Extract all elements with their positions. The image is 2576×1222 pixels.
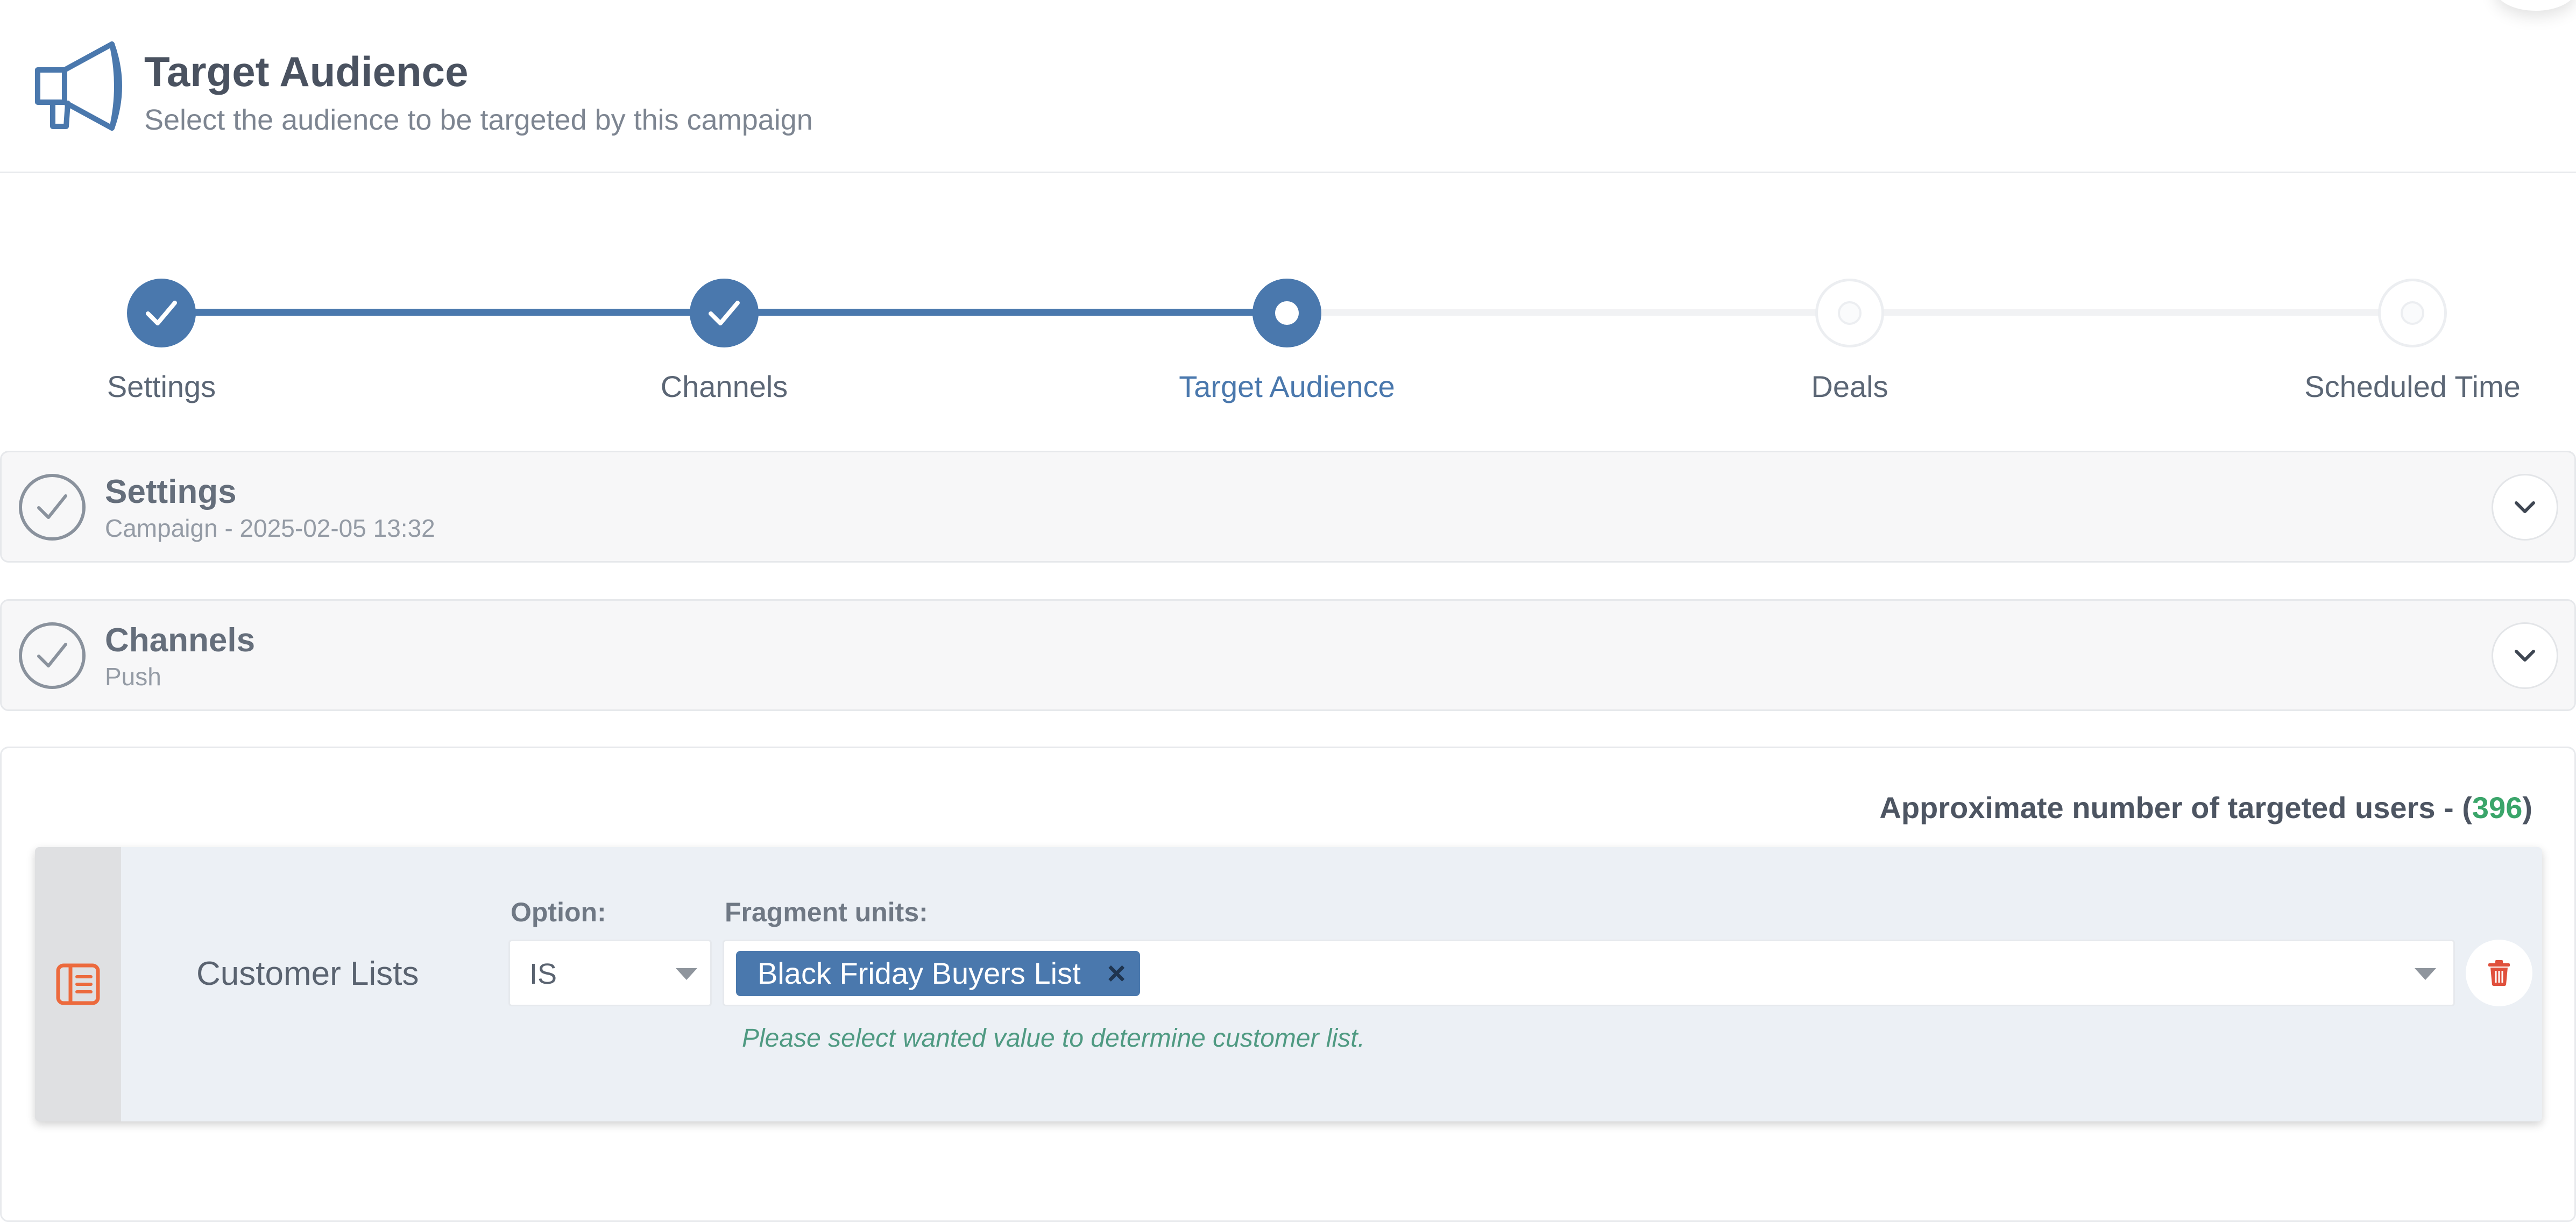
delete-rule-button[interactable] — [2466, 940, 2532, 1006]
step-label-target-audience: Target Audience — [1179, 370, 1395, 403]
expand-settings-button[interactable] — [2492, 474, 2558, 541]
chip-label: Black Friday Buyers List — [758, 956, 1081, 990]
channels-panel-title: Channels — [105, 622, 256, 659]
rule-drag-handle[interactable] — [35, 847, 121, 1121]
step-settings-check-icon[interactable] — [127, 279, 196, 347]
progress-stepper: Settings Channels Target Audience Deals … — [0, 253, 2576, 414]
settings-panel-title: Settings — [105, 473, 237, 510]
pending-dot-icon — [1838, 301, 1862, 325]
settings-panel-subtitle: Campaign - 2025-02-05 13:32 — [105, 514, 435, 542]
fragment-units-select[interactable]: Black Friday Buyers List × — [723, 940, 2455, 1006]
option-select-value: IS — [529, 958, 557, 990]
field-hint: Please select wanted value to determine … — [742, 1024, 1365, 1053]
step-channels-check-icon[interactable] — [690, 279, 759, 347]
caret-down-icon — [2415, 968, 2436, 980]
caret-down-icon — [676, 968, 697, 980]
check-circle-icon — [19, 622, 86, 689]
approx-label: Approximate number of targeted users - ( — [1879, 791, 2472, 825]
floating-button-shadow — [2495, 0, 2576, 11]
check-circle-icon — [19, 474, 86, 541]
fragment-units-label: Fragment units: — [725, 897, 928, 927]
chevron-down-icon — [2515, 650, 2535, 662]
active-dot-icon — [1275, 301, 1299, 325]
step-target-audience-circle[interactable] — [1252, 279, 1321, 347]
page-header: Target Audience Select the audience to b… — [0, 0, 2576, 173]
step-deals-circle[interactable] — [1815, 279, 1884, 347]
option-select[interactable]: IS — [508, 940, 712, 1006]
pending-dot-icon — [2401, 301, 2424, 325]
remove-chip-icon[interactable]: × — [1107, 951, 1126, 996]
settings-summary-panel[interactable]: Settings Campaign - 2025-02-05 13:32 — [0, 451, 2576, 563]
list-icon — [56, 963, 100, 1005]
rule-name: Customer Lists — [196, 955, 419, 992]
audience-section: Approximate number of targeted users - (… — [0, 747, 2576, 1222]
page-title: Target Audience — [144, 48, 469, 95]
expand-channels-button[interactable] — [2492, 622, 2558, 689]
megaphone-icon — [31, 38, 139, 134]
step-label-deals: Deals — [1811, 370, 1888, 403]
step-scheduled-time-circle[interactable] — [2378, 279, 2447, 347]
approx-close-paren: ) — [2522, 791, 2532, 825]
step-label-settings: Settings — [107, 370, 216, 403]
targeted-users-count: 396 — [2472, 791, 2523, 825]
page-subtitle: Select the audience to be targeted by th… — [144, 104, 813, 136]
channels-summary-panel[interactable]: Channels Push — [0, 599, 2576, 711]
selected-value-chip: Black Friday Buyers List × — [736, 951, 1140, 996]
channels-panel-subtitle: Push — [105, 663, 161, 691]
step-label-scheduled-time: Scheduled Time — [2304, 370, 2521, 403]
chevron-down-icon — [2515, 501, 2535, 513]
trash-icon — [2488, 960, 2510, 986]
step-label-channels: Channels — [660, 370, 788, 403]
audience-rule-card: Customer Lists Option: IS Fragment units… — [35, 847, 2542, 1121]
approx-targeted-users: Approximate number of targeted users - (… — [1879, 790, 2532, 825]
option-label: Option: — [511, 897, 606, 927]
